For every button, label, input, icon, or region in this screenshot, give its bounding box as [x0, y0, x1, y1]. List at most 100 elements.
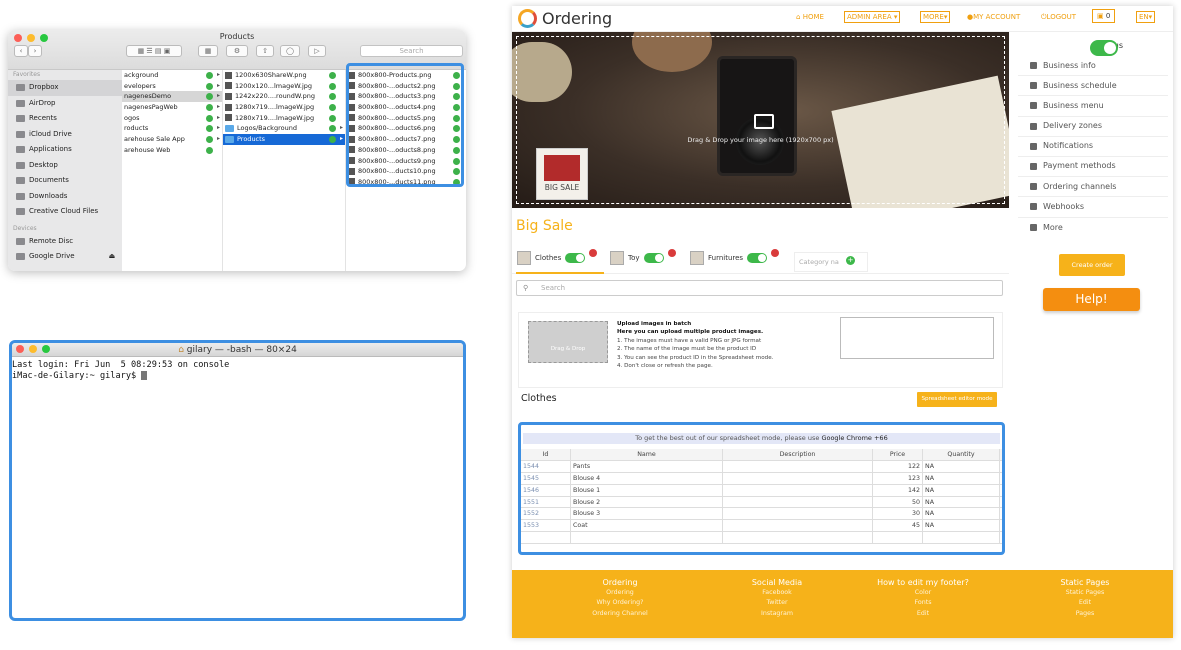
tab-toy[interactable]: Toy — [610, 249, 676, 265]
eject-icon[interactable]: ⏏ — [109, 249, 116, 265]
add-category-icon[interactable]: + — [846, 256, 855, 265]
sidebar-item-downloads[interactable]: Downloads — [8, 189, 122, 205]
nav-my-account[interactable]: ●MY ACCOUNT — [967, 13, 1020, 21]
category-toggle[interactable] — [747, 253, 768, 263]
product-table[interactable]: Id Name Description Price Quantity 1544 Pants… — [521, 449, 1002, 545]
delete-category-icon[interactable] — [771, 249, 780, 257]
preview-icon[interactable]: ▷ — [308, 45, 326, 57]
list-item[interactable]: arehouse Web — [122, 145, 222, 156]
footer-link[interactable]: Edit — [1042, 598, 1128, 608]
list-item[interactable]: 1242x220....roundW.png — [223, 91, 345, 102]
batch-drop-zone[interactable]: Drag & Drop — [528, 321, 608, 363]
sidebar-item-google-drive[interactable]: Google Drive ⏏ — [8, 249, 122, 265]
nav-admin-area[interactable]: ADMIN AREA ▾ — [844, 11, 901, 23]
list-item[interactable]: arehouse Sale App ▸ — [122, 134, 222, 145]
footer-link[interactable]: Ordering Channel — [572, 609, 668, 619]
sidebar-item-creative-cloud[interactable]: Creative Cloud Files — [8, 204, 122, 220]
list-item-selected[interactable]: Products ▸ — [223, 134, 345, 145]
table-row-empty[interactable] — [521, 532, 1002, 545]
sidebar-item-applications[interactable]: Applications — [8, 142, 122, 158]
menu-payment-methods[interactable]: Payment methods — [1018, 157, 1168, 178]
terminal-window[interactable]: ⌂ gilary — -bash — 80×24 Last login: Fri… — [9, 340, 466, 621]
share-icon[interactable]: ⇧ — [256, 45, 274, 57]
hero-banner[interactable]: Drag & Drop your image here (1920x700 px… — [512, 32, 1009, 208]
list-item[interactable]: nagenesPagWeb ▸ — [122, 102, 222, 113]
forward-button[interactable]: › — [28, 45, 42, 57]
language-select[interactable]: EN▾ — [1136, 11, 1156, 23]
sidebar-item-desktop[interactable]: Desktop — [8, 158, 122, 174]
tab-clothes[interactable]: Clothes — [517, 249, 598, 265]
menu-more[interactable]: More — [1018, 218, 1168, 238]
menu-delivery-zones[interactable]: Delivery zones — [1018, 117, 1168, 137]
group-button[interactable]: ▦ — [198, 45, 218, 57]
gear-icon[interactable]: ⚙ — [226, 45, 248, 57]
category-toggle[interactable] — [565, 253, 586, 263]
table-row[interactable]: 1552 Blouse 3 30 NA — [521, 508, 1002, 521]
delete-category-icon[interactable] — [589, 249, 598, 257]
table-row[interactable]: 1545 Blouse 4 123 NA — [521, 472, 1002, 485]
menu-business-schedule[interactable]: Business schedule — [1018, 76, 1168, 97]
table-row[interactable]: 1544 Pants 122 NA — [521, 460, 1002, 473]
drop-zone[interactable] — [516, 36, 1005, 204]
nav-more[interactable]: MORE▾ — [920, 11, 951, 23]
footer-link[interactable]: Ordering — [572, 588, 668, 598]
footer-link[interactable]: Twitter — [722, 598, 832, 608]
tag-icon[interactable]: ◯ — [280, 45, 300, 57]
nav-logout[interactable]: ⏻LOGOUT — [1041, 13, 1076, 22]
category-toggle[interactable] — [643, 253, 664, 263]
cart-button[interactable]: ▣ 0 — [1092, 9, 1116, 23]
list-item[interactable]: ackground ▸ — [122, 70, 222, 81]
search-input[interactable]: Search — [360, 45, 463, 57]
menu-notifications[interactable]: Notifications — [1018, 137, 1168, 157]
tab-furnitures[interactable]: Furnitures — [690, 249, 780, 265]
sidebar-item-dropbox[interactable]: Dropbox — [8, 80, 122, 96]
footer-link[interactable]: Pages — [1042, 609, 1128, 619]
footer-link[interactable]: Instagram — [722, 609, 832, 619]
list-item[interactable]: evelopers ▸ — [122, 81, 222, 92]
table-row[interactable]: 1551 Blouse 2 50 NA — [521, 496, 1002, 509]
list-item[interactable]: roducts ▸ — [122, 123, 222, 134]
list-item[interactable]: Logos/Background ▸ — [223, 123, 345, 134]
sidebar-item-remote-disc[interactable]: Remote Disc — [8, 234, 122, 250]
delete-category-icon[interactable] — [667, 249, 676, 257]
list-item[interactable]: 1200x630ShareW.png — [223, 70, 345, 81]
section-title: Clothes — [521, 393, 557, 404]
menu-business-menu[interactable]: Business menu — [1018, 96, 1168, 117]
footer-link[interactable]: Edit — [867, 609, 979, 619]
footer-link[interactable]: Facebook — [722, 588, 832, 598]
status-toggle[interactable] — [1090, 40, 1118, 56]
zoom-button[interactable] — [42, 345, 50, 353]
sidebar-item-recents[interactable]: Recents — [8, 111, 122, 127]
table-row[interactable]: 1553 Coat 45 NA — [521, 520, 1002, 533]
list-item[interactable]: 1280x719....lmageW.jpg — [223, 102, 345, 113]
list-item[interactable]: 1200x120...lmageW.jpg — [223, 81, 345, 92]
terminal-output[interactable]: Last login: Fri Jun 5 08:29:53 on consol… — [12, 357, 463, 382]
business-logo[interactable]: BIG SALE — [536, 148, 588, 200]
sidebar-item-airdrop[interactable]: AirDrop — [8, 96, 122, 112]
create-order-button[interactable]: Create order — [1059, 254, 1125, 276]
footer-link[interactable]: Color — [867, 588, 979, 598]
list-item[interactable]: ogos ▸ — [122, 113, 222, 124]
minimize-button[interactable] — [29, 345, 37, 353]
view-switcher[interactable]: ▦ ☰ ▤ ▣ — [126, 45, 182, 57]
back-button[interactable]: ‹ — [14, 45, 28, 57]
footer-link[interactable]: Fonts — [867, 598, 979, 608]
nav-home[interactable]: ⌂ HOME — [796, 13, 824, 21]
list-item[interactable]: 1280x719....lmageW.jpg — [223, 113, 345, 124]
sidebar-item-documents[interactable]: Documents — [8, 173, 122, 189]
menu-webhooks[interactable]: Webhooks — [1018, 197, 1168, 218]
sidebar-item-icloud[interactable]: iCloud Drive — [8, 127, 122, 143]
list-item[interactable]: nagenesDemo ▸ — [122, 91, 222, 103]
table-row[interactable]: 1546 Blouse 1 142 NA — [521, 484, 1002, 497]
spreadsheet-mode-button[interactable]: Spreadsheet editor mode — [917, 392, 997, 407]
finder-column-2: 1200x630ShareW.png 1200x120...lmageW.jpg… — [223, 70, 346, 271]
menu-business-info[interactable]: Business info — [1018, 56, 1168, 77]
category-name-input[interactable]: Category na — [794, 252, 868, 272]
close-button[interactable] — [16, 345, 24, 353]
menu-ordering-channels[interactable]: Ordering channels — [1018, 177, 1168, 198]
footer-link[interactable]: Why Ordering? — [572, 598, 668, 608]
app-logo-text[interactable]: Ordering — [542, 9, 612, 28]
help-button[interactable]: Help! — [1043, 288, 1140, 311]
product-search-input[interactable]: ⚲ Search — [516, 280, 1003, 296]
footer-link[interactable]: Static Pages — [1042, 588, 1128, 598]
